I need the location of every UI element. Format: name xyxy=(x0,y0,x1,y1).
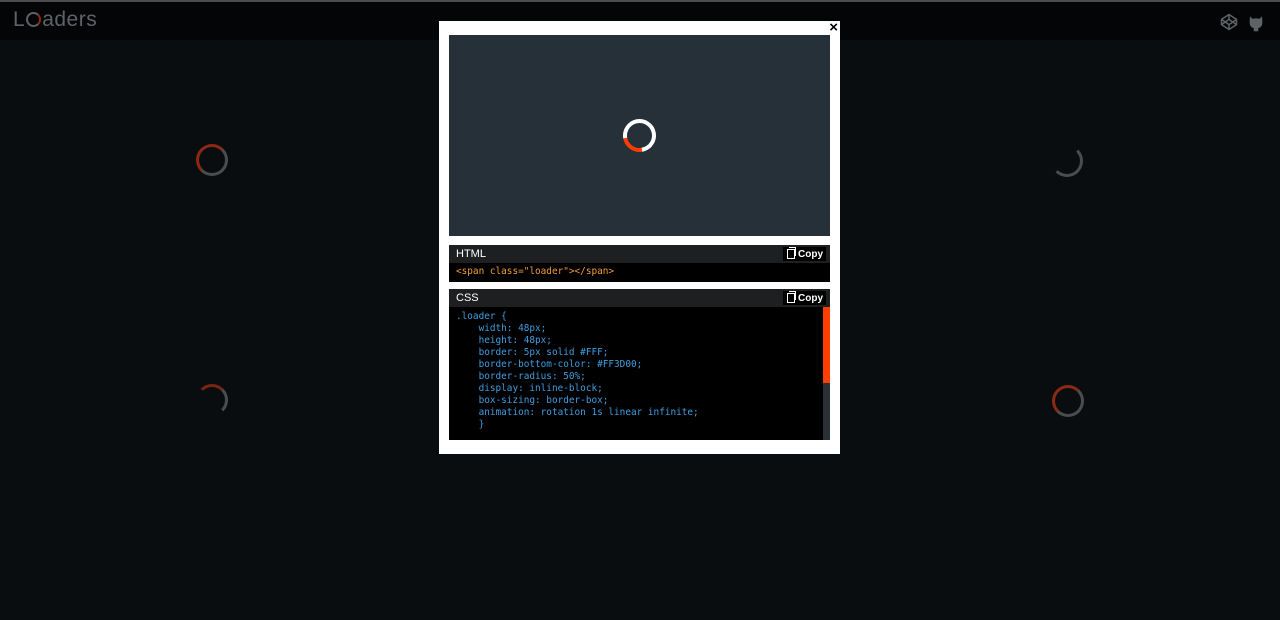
github-icon[interactable] xyxy=(1247,14,1265,32)
loader-thumbnail[interactable] xyxy=(1052,385,1084,417)
loader-thumbnail[interactable] xyxy=(196,384,228,416)
codepen-icon[interactable] xyxy=(1220,13,1238,31)
copy-icon xyxy=(787,247,796,259)
css-code-panel: CSS Copy .loader { width: 48px; height: … xyxy=(449,289,830,440)
loader-spinner xyxy=(616,112,663,159)
html-code[interactable]: <span class="loader"></span> xyxy=(449,263,830,281)
loader-preview xyxy=(449,35,830,236)
copy-html-button[interactable]: Copy xyxy=(783,247,826,261)
logo-loader-icon xyxy=(26,12,42,27)
html-panel-title: HTML xyxy=(456,248,486,260)
loader-detail-modal: × HTML Copy <span class="loader"></span>… xyxy=(439,20,840,454)
css-panel-title: CSS xyxy=(456,292,479,304)
html-panel-header: HTML Copy xyxy=(449,245,830,263)
close-icon[interactable]: × xyxy=(829,20,838,35)
css-panel-header: CSS Copy xyxy=(449,289,830,307)
loader-thumbnail[interactable] xyxy=(1051,145,1083,177)
scrollbar[interactable] xyxy=(823,307,830,440)
html-code-panel: HTML Copy <span class="loader"></span> xyxy=(449,245,830,282)
copy-icon xyxy=(787,291,796,303)
copy-css-button[interactable]: Copy xyxy=(783,291,826,305)
scrollbar-thumb[interactable] xyxy=(823,307,830,383)
css-code[interactable]: .loader { width: 48px; height: 48px; bor… xyxy=(449,307,830,434)
logo[interactable]: Laders xyxy=(13,8,97,32)
loader-thumbnail[interactable] xyxy=(196,144,228,176)
